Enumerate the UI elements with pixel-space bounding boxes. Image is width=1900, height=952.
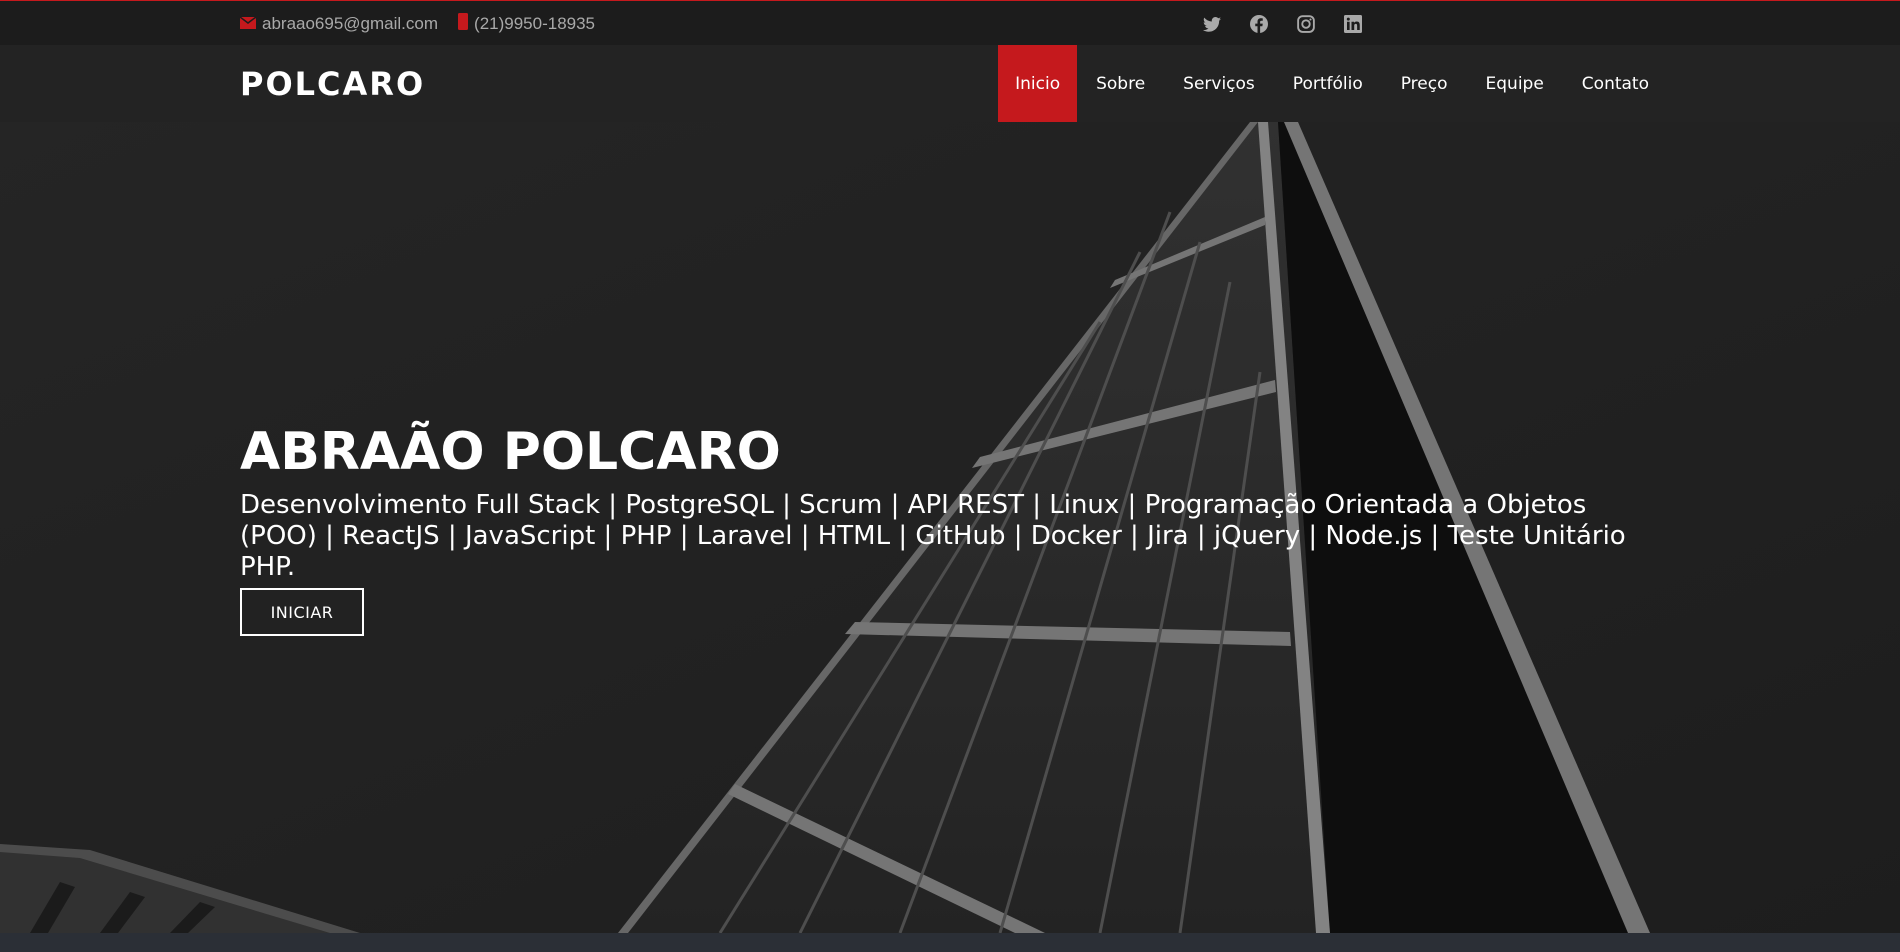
instagram-icon[interactable] — [1295, 13, 1317, 35]
nav-item-sobre[interactable]: Sobre — [1077, 45, 1164, 122]
email-text: abraao695@gmail.com — [262, 14, 439, 33]
envelope-icon — [239, 14, 257, 34]
top-bar: abraao695@gmail.com (21)9950-18935 — [0, 0, 1900, 45]
nav-item-equipe[interactable]: Equipe — [1467, 45, 1563, 122]
nav-item-preco[interactable]: Preço — [1382, 45, 1467, 122]
phone-icon — [458, 13, 469, 35]
linkedin-icon[interactable] — [1342, 13, 1364, 35]
site-header: POLCARO Inicio Sobre Serviços Portfólio … — [0, 45, 1900, 122]
nav-item-contato[interactable]: Contato — [1563, 45, 1668, 122]
phone-item[interactable]: (21)9950-18935 — [458, 13, 595, 35]
next-section-edge — [0, 933, 1900, 952]
contact-info: abraao695@gmail.com (21)9950-18935 — [239, 13, 615, 35]
twitter-icon[interactable] — [1201, 13, 1223, 35]
site-logo[interactable]: POLCARO — [240, 65, 425, 103]
hero-title: ABRAÃO POLCARO — [240, 422, 781, 482]
hero-section: ABRAÃO POLCARO Desenvolvimento Full Stac… — [0, 122, 1900, 933]
iniciar-button[interactable]: INICIAR — [240, 588, 364, 636]
nav-item-inicio[interactable]: Inicio — [998, 45, 1078, 122]
main-nav: Inicio Sobre Serviços Portfólio Preço Eq… — [998, 45, 1668, 122]
nav-item-servicos[interactable]: Serviços — [1164, 45, 1274, 122]
nav-item-portfolio[interactable]: Portfólio — [1274, 45, 1382, 122]
email-item[interactable]: abraao695@gmail.com — [239, 14, 439, 34]
phone-text: (21)9950-18935 — [474, 14, 596, 33]
facebook-icon[interactable] — [1248, 13, 1270, 35]
social-links — [1176, 13, 1364, 35]
hero-subtitle: Desenvolvimento Full Stack | PostgreSQL … — [240, 490, 1626, 582]
